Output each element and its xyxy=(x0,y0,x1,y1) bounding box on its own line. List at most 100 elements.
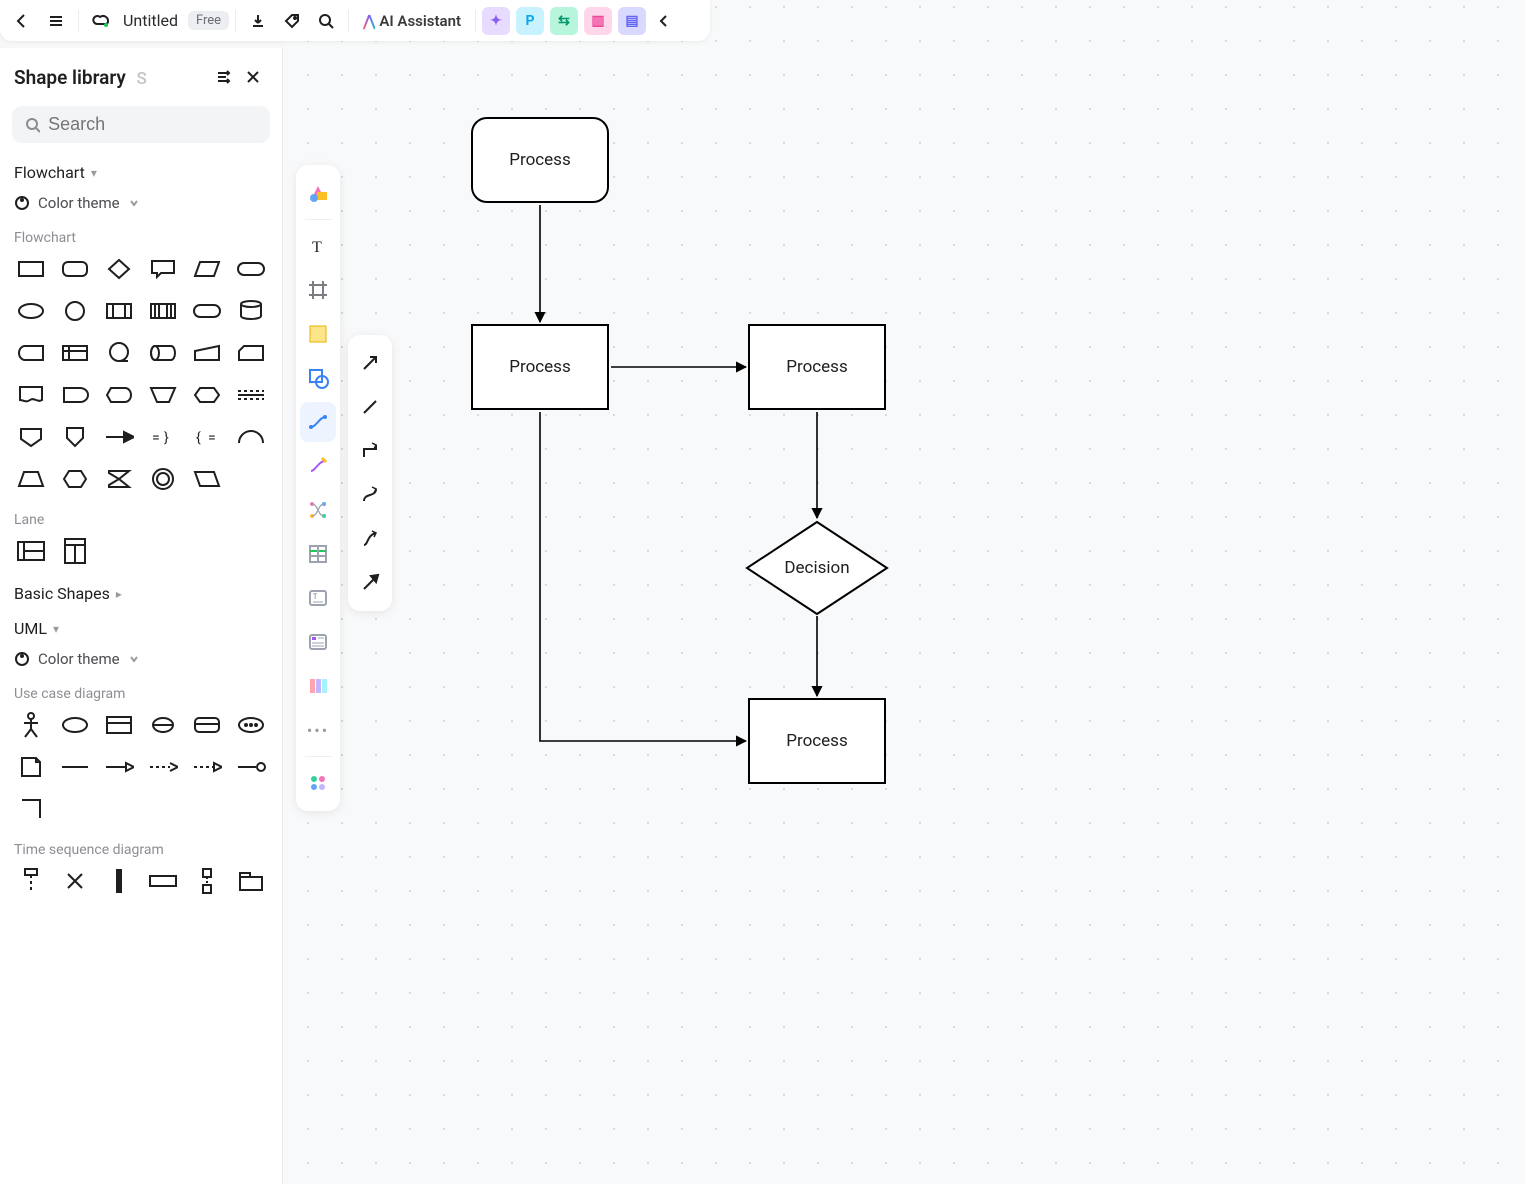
tool-textbox[interactable]: T xyxy=(300,578,336,618)
shape-circle[interactable] xyxy=(56,294,94,328)
shape-manual-input[interactable] xyxy=(188,336,226,370)
shape-direct-assoc[interactable] xyxy=(100,750,138,784)
shape-double-circle[interactable] xyxy=(144,462,182,496)
connector-freeform[interactable] xyxy=(352,519,388,559)
shape-usecase[interactable] xyxy=(56,708,94,742)
download-button[interactable] xyxy=(242,5,274,37)
node-process-start[interactable]: Process xyxy=(471,117,609,203)
section-flowchart[interactable]: Flowchart ▾ xyxy=(12,155,270,190)
connector-arrow[interactable] xyxy=(352,343,388,383)
shape-association[interactable] xyxy=(56,750,94,784)
shape-control[interactable] xyxy=(144,708,182,742)
shape-merge-arrow[interactable] xyxy=(100,420,138,454)
node-process-3[interactable]: Process xyxy=(748,324,886,410)
shape-direct-data[interactable] xyxy=(144,336,182,370)
plan-badge[interactable]: Free xyxy=(188,11,229,30)
shape-capsule[interactable] xyxy=(188,294,226,328)
shape-offpage[interactable] xyxy=(12,420,50,454)
shape-lane-horiz[interactable] xyxy=(12,534,50,568)
shape-trapezoid[interactable] xyxy=(12,462,50,496)
search-input[interactable] xyxy=(48,114,258,135)
tool-sticky[interactable] xyxy=(300,314,336,354)
menu-button[interactable] xyxy=(40,5,72,37)
tool-theme[interactable] xyxy=(300,173,336,213)
app-chip[interactable]: ✦ xyxy=(482,7,510,35)
tool-pen[interactable] xyxy=(300,446,336,486)
tool-frame[interactable] xyxy=(300,270,336,310)
tool-list[interactable] xyxy=(300,622,336,662)
shape-actor[interactable] xyxy=(12,708,50,742)
shape-stored-data[interactable] xyxy=(12,336,50,370)
cloud-status-icon[interactable] xyxy=(85,5,117,37)
collapse-apps-button[interactable] xyxy=(648,5,680,37)
tool-shape[interactable] xyxy=(300,358,336,398)
shape-note-ellipsis[interactable] xyxy=(232,708,270,742)
shape-manual-op[interactable] xyxy=(144,378,182,412)
document-title[interactable]: Untitled xyxy=(119,11,182,30)
node-decision[interactable]: Decision xyxy=(744,520,890,616)
shape-activation[interactable] xyxy=(100,864,138,898)
shape-entity[interactable] xyxy=(188,708,226,742)
shape-dep-dashed-open[interactable] xyxy=(188,750,226,784)
tool-apps[interactable] xyxy=(300,763,336,803)
app-chip[interactable]: ▥ xyxy=(584,7,612,35)
shape-card[interactable] xyxy=(232,336,270,370)
shape-or-junction[interactable]: {= xyxy=(188,420,226,454)
shape-rect[interactable] xyxy=(12,252,50,286)
search-button[interactable] xyxy=(310,5,342,37)
shape-sigma[interactable] xyxy=(100,462,138,496)
search-field[interactable] xyxy=(12,106,270,143)
tool-connector[interactable] xyxy=(300,402,336,442)
shape-destroy[interactable] xyxy=(56,864,94,898)
shape-preparation[interactable] xyxy=(188,378,226,412)
app-chip[interactable]: P xyxy=(516,7,544,35)
shape-lane-vert[interactable] xyxy=(56,534,94,568)
close-panel-button[interactable] xyxy=(238,62,268,92)
shape-predefined[interactable] xyxy=(100,294,138,328)
shape-terminator[interactable] xyxy=(232,252,270,286)
shape-note[interactable] xyxy=(12,750,50,784)
shape-realize[interactable] xyxy=(232,750,270,784)
shape-sum-junction[interactable]: =} xyxy=(144,420,182,454)
shape-parallelogram[interactable] xyxy=(188,252,226,286)
shape-parallelogram-alt[interactable] xyxy=(188,462,226,496)
tool-more[interactable]: ••• xyxy=(300,710,336,750)
section-uml[interactable]: UML ▾ xyxy=(12,611,270,646)
connector-curved[interactable] xyxy=(352,475,388,515)
node-process-4[interactable]: Process xyxy=(748,698,886,784)
shape-hex-flat[interactable] xyxy=(56,462,94,496)
shape-tape[interactable] xyxy=(100,336,138,370)
shape-predefined-double[interactable] xyxy=(144,294,182,328)
app-chip[interactable]: ▤ xyxy=(618,7,646,35)
panel-settings-button[interactable] xyxy=(208,62,238,92)
shape-round-rect[interactable] xyxy=(56,252,94,286)
shape-shield[interactable] xyxy=(56,420,94,454)
shape-document[interactable] xyxy=(12,378,50,412)
shape-diamond[interactable] xyxy=(100,252,138,286)
shape-dep-dashed[interactable] xyxy=(144,750,182,784)
shape-delay[interactable] xyxy=(56,378,94,412)
tag-button[interactable] xyxy=(276,5,308,37)
connector-line[interactable] xyxy=(352,387,388,427)
ai-assistant-button[interactable]: ⋀AI Assistant xyxy=(355,5,469,37)
section-basic-shapes[interactable]: Basic Shapes ▸ xyxy=(12,576,270,611)
connector-arrow-solid[interactable] xyxy=(352,563,388,603)
color-theme-row-uml[interactable]: Color theme xyxy=(12,646,270,678)
tool-kanban[interactable] xyxy=(300,666,336,706)
node-process-2[interactable]: Process xyxy=(471,324,609,410)
shape-boundary[interactable] xyxy=(100,708,138,742)
connector-elbow[interactable] xyxy=(352,431,388,471)
shape-loop-limit[interactable] xyxy=(232,378,270,412)
shape-lifeline[interactable] xyxy=(12,864,50,898)
app-chip[interactable]: ⇆ xyxy=(550,7,578,35)
tool-table[interactable] xyxy=(300,534,336,574)
shape-ellipse[interactable] xyxy=(12,294,50,328)
shape-internal-storage[interactable] xyxy=(56,336,94,370)
shape-display[interactable] xyxy=(100,378,138,412)
canvas[interactable]: Process Process Process Decision Process xyxy=(283,0,1525,1184)
tool-mindmap[interactable] xyxy=(300,490,336,530)
shape-frame[interactable] xyxy=(144,864,182,898)
shape-cylinder[interactable] xyxy=(232,294,270,328)
shape-arc[interactable] xyxy=(232,420,270,454)
tool-text[interactable]: T xyxy=(300,226,336,266)
